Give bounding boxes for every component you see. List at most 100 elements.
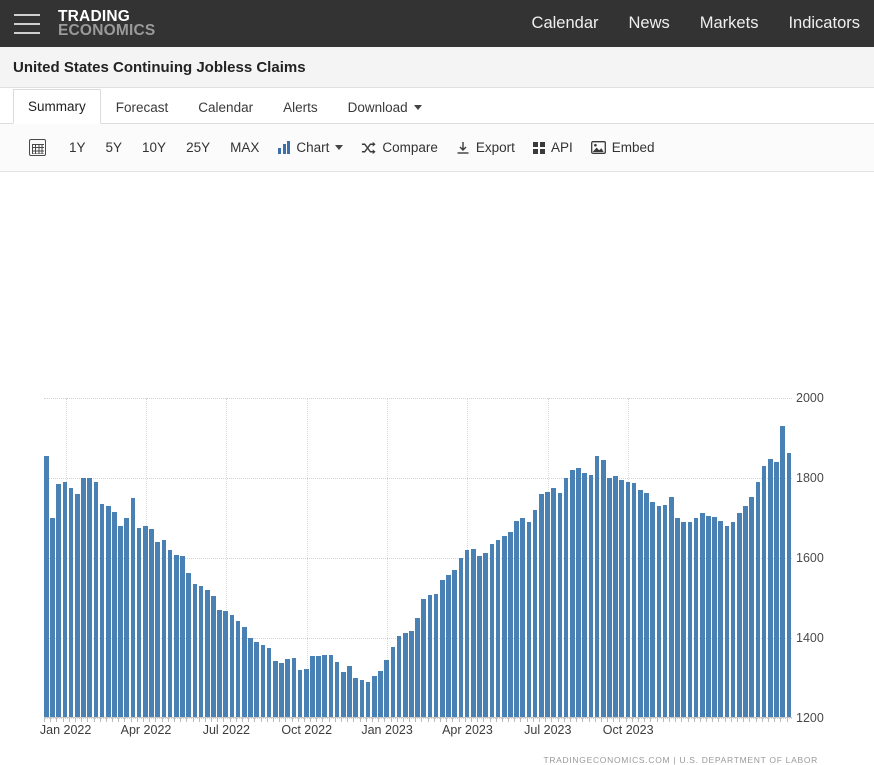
bar[interactable] — [291, 658, 297, 718]
tickmark — [780, 718, 785, 722]
tickmark — [489, 718, 495, 722]
chart-source-note: TRADINGECONOMICS.COM | U.S. DEPARTMENT O… — [543, 755, 818, 765]
bar[interactable] — [310, 656, 315, 718]
tickmark — [378, 718, 383, 722]
bar[interactable] — [303, 669, 309, 718]
tickmark — [124, 718, 129, 722]
table-view-button[interactable] — [20, 134, 59, 162]
bar[interactable] — [285, 658, 290, 718]
bar[interactable] — [322, 654, 328, 718]
tickmark — [365, 718, 371, 722]
tab-summary[interactable]: Summary — [13, 89, 101, 124]
tab-alerts[interactable]: Alerts — [268, 89, 333, 124]
range-button-max[interactable]: MAX — [220, 134, 269, 162]
tickmark — [483, 718, 488, 722]
bar[interactable] — [359, 680, 365, 718]
bar[interactable] — [248, 638, 253, 718]
site-logo[interactable]: TRADING ECONOMICS — [58, 8, 155, 39]
tickmark — [161, 718, 167, 722]
bar[interactable] — [328, 654, 334, 718]
bar[interactable] — [341, 672, 346, 718]
tickmark — [359, 718, 365, 722]
tickmark — [755, 718, 761, 722]
chart-type-button[interactable]: Chart — [269, 134, 352, 162]
tickmark — [229, 718, 235, 722]
tickmark — [631, 718, 637, 722]
tickmark — [279, 718, 284, 722]
bar[interactable] — [347, 666, 352, 718]
bar[interactable] — [254, 642, 260, 718]
tickmark — [588, 718, 594, 722]
x-axis-labels: Jan 2022 Apr 2022 Jul 2022 Oct 2022 Jan 2023… — [0, 172, 874, 737]
tickmark — [774, 718, 779, 722]
tickmark — [656, 718, 662, 722]
api-button[interactable]: API — [524, 134, 582, 162]
tickmark — [706, 718, 711, 722]
bar[interactable] — [260, 645, 266, 718]
tab-forecast[interactable]: Forecast — [101, 89, 184, 124]
tickmark — [526, 718, 532, 722]
tickmark — [155, 718, 160, 722]
range-button-5y[interactable]: 5Y — [96, 134, 133, 162]
bar[interactable] — [297, 670, 303, 718]
tickmark — [557, 718, 563, 722]
tickmark — [310, 718, 315, 722]
x-axis-tick-label: Jul 2022 — [202, 723, 250, 737]
range-button-10y[interactable]: 10Y — [132, 134, 176, 162]
tickmark — [248, 718, 253, 722]
range-button-25y[interactable]: 25Y — [176, 134, 220, 162]
tickmark — [650, 718, 655, 722]
tickmark — [520, 718, 525, 722]
bar[interactable] — [396, 636, 402, 718]
tickmark — [495, 718, 501, 722]
tab-download[interactable]: Download — [333, 89, 437, 124]
range-button-1y[interactable]: 1Y — [59, 134, 96, 162]
bar[interactable] — [316, 656, 321, 718]
bar[interactable] — [378, 670, 383, 718]
nav-item-news[interactable]: News — [629, 14, 670, 33]
bar[interactable] — [266, 648, 272, 718]
tickmark — [81, 718, 86, 722]
hamburger-icon[interactable] — [14, 13, 40, 34]
bar[interactable] — [272, 661, 278, 718]
tickmark — [223, 718, 228, 722]
tickmark — [712, 718, 717, 722]
bar[interactable] — [409, 630, 414, 718]
tickmark — [767, 718, 773, 722]
tickmark — [638, 718, 643, 722]
bar[interactable] — [334, 662, 340, 718]
bar[interactable] — [279, 662, 284, 718]
export-button[interactable]: Export — [447, 134, 524, 162]
tickmark — [749, 718, 754, 722]
x-axis-tick-label: Jan 2022 — [39, 723, 92, 737]
tab-calendar[interactable]: Calendar — [183, 89, 268, 124]
tickmark — [594, 718, 600, 722]
nav-item-indicators[interactable]: Indicators — [788, 14, 860, 33]
bar[interactable] — [353, 678, 359, 718]
bar[interactable] — [242, 626, 247, 718]
embed-label: Embed — [611, 140, 655, 155]
api-label: API — [550, 140, 573, 155]
tickmark — [130, 718, 136, 722]
tickmark — [347, 718, 352, 722]
bar[interactable] — [371, 676, 377, 718]
x-axis-tick-label: Apr 2022 — [120, 723, 172, 737]
tickmark — [93, 718, 99, 722]
nav-item-calendar[interactable]: Calendar — [532, 14, 599, 33]
tickmark — [446, 718, 451, 722]
tickmark — [551, 718, 556, 722]
bar[interactable] — [365, 682, 371, 718]
tickmark — [322, 718, 327, 722]
x-axis-tick-label: Jul 2023 — [524, 723, 572, 737]
bar[interactable] — [384, 660, 389, 718]
tab-download-label: Download — [347, 99, 408, 115]
tickmark — [260, 718, 266, 722]
tickmark — [786, 718, 792, 722]
hamburger-line — [14, 13, 40, 16]
embed-button[interactable]: Embed — [582, 134, 664, 162]
compare-button[interactable]: Compare — [352, 134, 447, 162]
tickmark — [470, 718, 476, 722]
nav-item-markets[interactable]: Markets — [700, 14, 759, 33]
bar[interactable] — [390, 646, 396, 718]
bar[interactable] — [402, 633, 408, 718]
